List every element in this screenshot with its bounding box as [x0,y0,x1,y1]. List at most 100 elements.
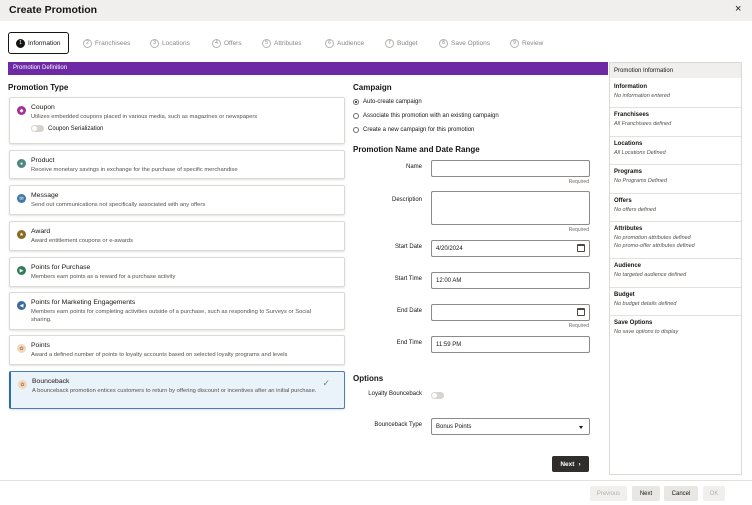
step-label: Offers [224,39,242,47]
radio-associate-existing-campaign[interactable]: Associate this promotion with an existin… [353,113,499,119]
title-bar: Create Promotion × [0,0,752,21]
promotion-information-panel: Promotion Information Information No inf… [609,62,742,475]
promotion-card-bounceback[interactable]: ✿ Bounceback A bounceback promotion enti… [9,371,345,409]
step-label: Franchisees [95,39,131,47]
step-number: 2 [83,38,92,48]
info-section-value: All Locations Defined [614,150,666,156]
step-locations[interactable]: 3 Locations [150,32,190,54]
next-button[interactable]: Next › [552,456,589,472]
step-information[interactable]: 1 Information [8,32,69,54]
end-date-input[interactable] [431,304,590,321]
step-label: Locations [162,39,190,47]
end-date-label: End Date [396,308,422,314]
info-section-value: No promotion attributes defined [614,235,691,241]
info-section-title: Attributes [614,226,643,232]
card-title: Points for Marketing Engagements [31,299,136,306]
info-section-title: Offers [614,198,632,204]
info-section-title: Programs [614,169,643,175]
promotion-card-coupon[interactable]: ◆ Coupon Utilizes embedded coupons place… [9,97,345,144]
step-number: 1 [16,38,25,48]
info-section-offers: Offers No offers defined [610,198,741,214]
step-label: Information [28,39,61,47]
loyalty-bounceback-toggle[interactable] [431,392,444,399]
info-section-programs: Programs No Programs Defined [610,169,741,185]
step-attributes[interactable]: 5 Attributes [262,32,301,54]
info-section-value: No budget details defined [614,301,677,307]
step-save-options[interactable]: 8 Save Options [439,32,490,54]
divider [610,164,741,165]
close-icon[interactable]: × [735,3,741,15]
name-date-heading: Promotion Name and Date Range [353,145,480,154]
step-franchisees[interactable]: 2 Franchisees [83,32,130,54]
end-time-label: End Time [396,340,422,346]
start-time-label: Start Time [394,276,422,282]
product-icon: ● [17,159,26,168]
calendar-icon[interactable] [577,244,585,252]
calendar-icon[interactable] [577,308,585,316]
required-hint: Required [568,323,589,329]
info-section-attributes: Attributes No promotion attributes defin… [610,226,741,250]
info-section-value: No information entered [614,93,670,99]
bounceback-type-label: Bounceback Type [374,422,422,428]
end-time-input[interactable]: 11:59 PM [431,336,590,353]
bounceback-type-select[interactable]: Bonus Points [431,418,590,435]
divider [610,136,741,137]
step-review[interactable]: 9 Review [510,32,543,54]
promotion-card-points-for-purchase[interactable]: ▶ Points for Purchase Members earn point… [9,257,345,287]
radio-auto-create-campaign[interactable]: Auto-create campaign [353,99,422,105]
marketing-icon: ◀ [17,301,26,310]
step-offers[interactable]: 4 Offers [212,32,242,54]
divider [610,287,741,288]
previous-button[interactable]: Previous [590,486,627,501]
promotion-card-points[interactable]: ✿ Points Award a defined number of point… [9,335,345,365]
card-title: Points [31,342,50,349]
start-date-input[interactable]: 4/20/2024 [431,240,590,257]
ok-button[interactable]: OK [703,486,725,501]
info-section-franchisees: Franchisees All Franchisees defined [610,112,741,128]
coupon-serialization-toggle[interactable] [31,125,44,132]
promotion-card-marketing-engagements[interactable]: ◀ Points for Marketing Engagements Membe… [9,292,345,330]
campaign-heading: Campaign [353,83,392,92]
start-time-input[interactable]: 12:00 AM [431,272,590,289]
step-label: Audience [337,39,365,47]
step-number: 3 [150,38,159,48]
award-icon: ★ [17,230,26,239]
step-budget[interactable]: 7 Budget [385,32,418,54]
info-section-information: Information No information entered [610,84,741,100]
radio-icon [353,127,359,133]
radio-selected-icon [353,99,359,105]
radio-label: Associate this promotion with an existin… [363,113,499,119]
info-section-value: All Franchisees defined [614,121,672,127]
footer-divider [0,480,752,481]
card-title: Points for Purchase [31,264,91,271]
divider [610,258,741,259]
info-section-title: Locations [614,141,643,147]
card-description: Send out communications not specifically… [31,202,206,208]
divider [610,315,741,316]
promotion-card-product[interactable]: ● Product Receive monetary savings in ex… [9,150,345,179]
name-input[interactable] [431,160,590,177]
info-section-title: Franchisees [614,112,650,118]
info-section-audience: Audience No targeted audience defined [610,263,741,279]
card-description: Utilizes embedded coupons placed in vari… [31,114,258,120]
footer-next-button[interactable]: Next [632,486,660,501]
info-section-locations: Locations All Locations Defined [610,141,741,157]
name-label: Name [405,164,422,170]
description-textarea[interactable] [431,191,590,225]
info-section-title: Save Options [614,320,653,326]
card-description: Receive monetary savings in exchange for… [31,167,238,173]
info-panel-title: Promotion Information [610,63,741,78]
radio-create-new-campaign[interactable]: Create a new campaign for this promotion [353,127,474,133]
promotion-card-award[interactable]: ★ Award Award entitlement coupons or e-a… [9,221,345,251]
info-section-title: Audience [614,263,642,269]
promotion-card-message[interactable]: ✉ Message Send out communications not sp… [9,185,345,215]
cancel-button[interactable]: Cancel [664,486,698,501]
step-audience[interactable]: 6 Audience [325,32,364,54]
start-time-value: 12:00 AM [436,278,462,284]
end-time-value: 11:59 PM [436,342,462,348]
card-description: Members earn points as a reward for a pu… [31,274,176,280]
info-section-value: No targeted audience defined [614,272,687,278]
card-description: A bounceback promotion entices customers… [32,388,317,394]
required-hint: Required [568,227,589,233]
card-title: Product [31,157,55,164]
